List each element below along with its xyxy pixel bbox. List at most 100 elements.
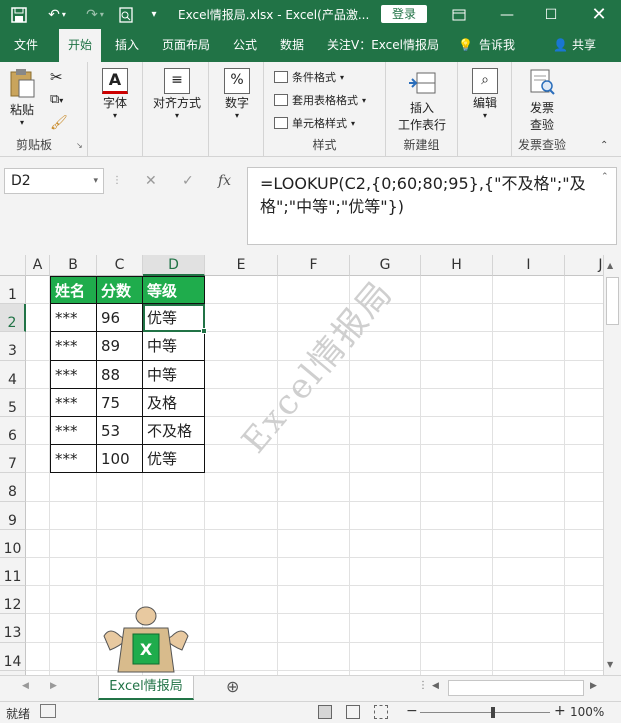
share-button[interactable]: 👤 共享 xyxy=(553,29,596,62)
cell-j5[interactable] xyxy=(565,389,603,417)
row-header-3[interactable]: 3 xyxy=(0,332,26,361)
row-header-13[interactable]: 13 xyxy=(0,614,26,643)
cell-g4[interactable] xyxy=(350,360,421,389)
cell-i11[interactable] xyxy=(493,558,565,587)
cell-a5[interactable] xyxy=(26,388,50,417)
cell-a3[interactable] xyxy=(26,332,50,361)
row-header-9[interactable]: 9 xyxy=(0,501,26,530)
customize-icon[interactable]: ▾ xyxy=(146,0,162,29)
cell-j8[interactable] xyxy=(565,473,603,502)
cell-c4[interactable]: 88 xyxy=(97,360,143,389)
collapse-ribbon-icon[interactable]: ⌃ xyxy=(600,140,608,151)
cell-g12[interactable] xyxy=(350,586,421,615)
cell-d11[interactable] xyxy=(143,558,205,587)
cell-i1[interactable] xyxy=(493,276,565,305)
column-header-a[interactable]: A xyxy=(26,255,50,276)
cell-b11[interactable] xyxy=(50,558,97,587)
row-header-8[interactable]: 8 xyxy=(0,473,26,502)
cell-h12[interactable] xyxy=(421,586,493,615)
cell-j14[interactable] xyxy=(565,643,603,671)
cell-g6[interactable] xyxy=(350,417,421,446)
cell-b9[interactable] xyxy=(50,501,97,530)
row-header-10[interactable]: 10 xyxy=(0,529,26,558)
tab-home[interactable]: 开始 xyxy=(59,29,102,62)
macro-record-icon[interactable] xyxy=(40,704,56,718)
hscroll-left-icon[interactable]: ◀ xyxy=(432,681,439,691)
invoice-check-button[interactable]: 发票 查验 xyxy=(526,68,558,133)
cell-d7[interactable]: 优等 xyxy=(143,445,205,474)
cell-j13[interactable] xyxy=(565,614,603,643)
column-header-f[interactable]: F xyxy=(278,255,350,276)
cell-i14[interactable] xyxy=(493,642,565,671)
cell-i3[interactable] xyxy=(493,332,565,361)
paste-button[interactable]: 粘贴 ▾ xyxy=(8,68,36,127)
save-icon[interactable] xyxy=(8,0,30,29)
row-header-7[interactable]: 7 xyxy=(0,445,26,474)
row-header-14[interactable]: 14 xyxy=(0,642,26,671)
cell-a12[interactable] xyxy=(26,586,50,615)
normal-view-icon[interactable] xyxy=(318,705,332,719)
cell-a11[interactable] xyxy=(26,558,50,587)
editing-button[interactable]: ⌕ 编辑 ▾ xyxy=(470,68,500,120)
cut-icon[interactable]: ✂ xyxy=(50,68,63,86)
column-header-b[interactable]: B xyxy=(50,255,97,276)
cell-i4[interactable] xyxy=(493,360,565,389)
cell-g13[interactable] xyxy=(350,614,421,643)
cell-h6[interactable] xyxy=(421,417,493,446)
cell-g14[interactable] xyxy=(350,642,421,671)
tell-me[interactable]: 💡 告诉我 xyxy=(458,29,515,62)
cell-e12[interactable] xyxy=(205,586,278,615)
enter-icon[interactable]: ✓ xyxy=(182,168,194,194)
cell-c7[interactable]: 100 xyxy=(97,445,143,474)
cell-f11[interactable] xyxy=(278,558,350,587)
cell-f14[interactable] xyxy=(278,642,350,671)
cell-a9[interactable] xyxy=(26,501,50,530)
cell-a1[interactable] xyxy=(26,276,50,305)
cell-b12[interactable] xyxy=(50,586,97,615)
cell-a6[interactable] xyxy=(26,417,50,446)
cell-d1[interactable]: 等级 xyxy=(143,276,205,305)
cell-h8[interactable] xyxy=(421,473,493,502)
conditional-format-button[interactable]: 条件格式 ▾ xyxy=(274,69,344,85)
cell-f9[interactable] xyxy=(278,501,350,530)
cell-h10[interactable] xyxy=(421,529,493,558)
cell-e11[interactable] xyxy=(205,558,278,587)
column-header-e[interactable]: E xyxy=(205,255,278,276)
cell-g9[interactable] xyxy=(350,501,421,530)
cell-b4[interactable]: *** xyxy=(50,360,97,389)
cell-f13[interactable] xyxy=(278,614,350,643)
cell-f10[interactable] xyxy=(278,529,350,558)
redo-icon[interactable]: ↷ ▾ xyxy=(80,0,110,29)
cell-a13[interactable] xyxy=(26,614,50,643)
insert-row-button[interactable]: 插入 工作表行 xyxy=(396,70,448,133)
cell-b6[interactable]: *** xyxy=(50,417,97,446)
row-header-5[interactable]: 5 xyxy=(0,388,26,417)
cell-e1[interactable] xyxy=(205,276,278,305)
cell-j3[interactable] xyxy=(565,332,603,361)
row-header-6[interactable]: 6 xyxy=(0,417,26,446)
cell-i2[interactable] xyxy=(493,304,565,333)
cell-h1[interactable] xyxy=(421,276,493,305)
cell-j11[interactable] xyxy=(565,558,603,587)
print-preview-icon[interactable] xyxy=(116,0,136,29)
cell-e8[interactable] xyxy=(205,473,278,502)
cell-c9[interactable] xyxy=(97,501,143,530)
sheet-tab-active[interactable]: Excel情报局 xyxy=(98,676,194,700)
column-header-d[interactable]: D xyxy=(143,255,205,276)
cell-j1[interactable] xyxy=(565,276,603,305)
cell-c10[interactable] xyxy=(97,529,143,558)
cell-e13[interactable] xyxy=(205,614,278,643)
cell-d8[interactable] xyxy=(143,473,205,502)
cell-i8[interactable] xyxy=(493,473,565,502)
column-header-c[interactable]: C xyxy=(97,255,143,276)
format-painter-icon[interactable]: 🖌 xyxy=(50,115,68,131)
cell-e14[interactable] xyxy=(205,642,278,671)
cell-d6[interactable]: 不及格 xyxy=(143,417,205,446)
cell-i9[interactable] xyxy=(493,501,565,530)
cell-a7[interactable] xyxy=(26,445,50,474)
cell-h11[interactable] xyxy=(421,558,493,587)
alignment-button[interactable]: ≡ 对齐方式 ▾ xyxy=(149,68,205,120)
maximize-icon[interactable]: ☐ xyxy=(540,0,562,29)
select-all-corner[interactable] xyxy=(0,255,26,276)
cell-b8[interactable] xyxy=(50,473,97,502)
